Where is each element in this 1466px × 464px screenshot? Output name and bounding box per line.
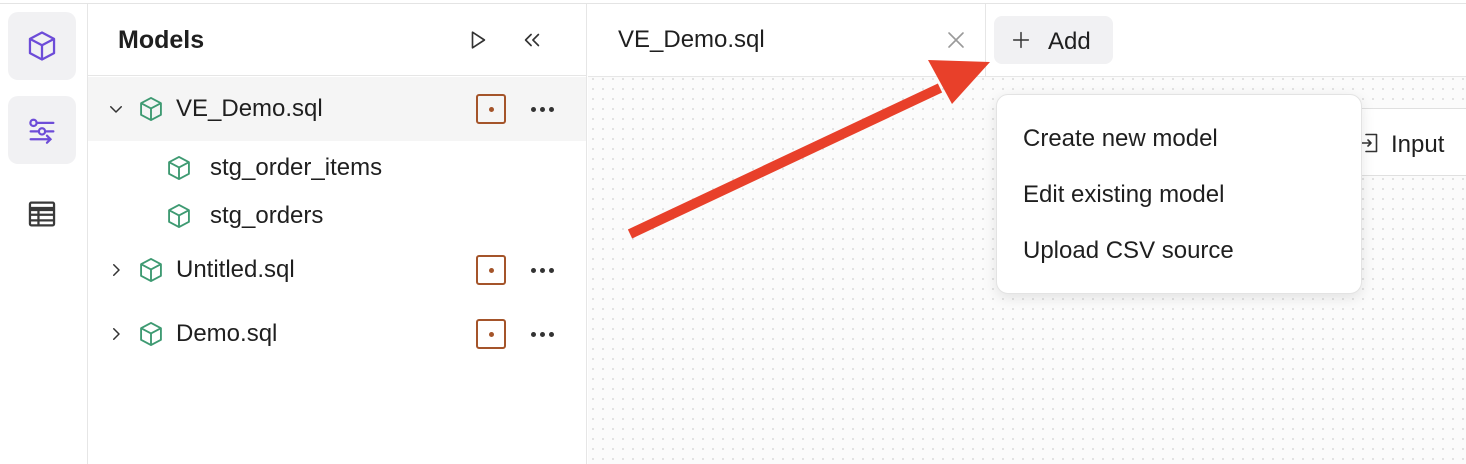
lineage-rail-button[interactable]: [8, 96, 76, 164]
more-options-icon[interactable]: [526, 319, 558, 349]
run-model-icon[interactable]: [476, 319, 506, 349]
models-rail-button[interactable]: [8, 12, 76, 80]
menu-item-create-new-model[interactable]: Create new model: [1023, 125, 1218, 153]
chevron-down-icon[interactable]: [104, 97, 128, 121]
add-button-label: Add: [1048, 28, 1091, 55]
child-model-row-stg-order-items[interactable]: stg_order_items: [88, 144, 586, 192]
chevron-right-icon[interactable]: [104, 258, 128, 282]
run-model-icon[interactable]: [476, 94, 506, 124]
more-options-icon[interactable]: [526, 255, 558, 285]
model-row-untitled[interactable]: Untitled.sql: [88, 238, 586, 302]
child-model-label: stg_order_items: [210, 154, 383, 181]
model-label: Demo.sql: [176, 320, 278, 347]
plus-icon: [1012, 31, 1030, 49]
models-panel-header: Models: [88, 4, 586, 76]
run-model-icon[interactable]: [476, 255, 506, 285]
model-row-ve-demo[interactable]: VE_Demo.sql: [88, 77, 586, 141]
chevron-right-icon[interactable]: [104, 322, 128, 346]
child-model-label: stg_orders: [210, 202, 324, 229]
input-node[interactable]: Input: [1346, 108, 1466, 176]
run-button[interactable]: [462, 24, 494, 56]
model-label: Untitled.sql: [176, 256, 295, 283]
models-panel: Models VE_Demo.sql stg_order_items stg_o…: [88, 4, 587, 464]
input-node-label: Input: [1391, 131, 1445, 158]
model-row-demo[interactable]: Demo.sql: [88, 302, 586, 366]
double-chevron-left-icon: [524, 33, 540, 47]
tab-bar: VE_Demo.sql Add: [588, 4, 1466, 77]
left-rail: [0, 4, 88, 464]
close-icon[interactable]: [944, 28, 968, 52]
model-cube-icon: [164, 201, 194, 231]
child-model-row-stg-orders[interactable]: stg_orders: [88, 192, 586, 240]
model-cube-icon: [164, 153, 194, 183]
model-cube-icon: [136, 255, 166, 285]
cube-icon: [28, 31, 56, 61]
model-label: VE_Demo.sql: [176, 95, 323, 122]
tab-label: VE_Demo.sql: [618, 26, 765, 53]
play-icon: [471, 31, 486, 49]
more-options-icon[interactable]: [526, 94, 558, 124]
tab-ve-demo[interactable]: VE_Demo.sql: [588, 4, 986, 76]
panel-title: Models: [118, 26, 205, 54]
flow-icon: [29, 118, 55, 144]
add-dropdown-menu: Create new model Edit existing model Upl…: [996, 94, 1362, 294]
table-icon: [28, 201, 56, 227]
menu-item-upload-csv-source[interactable]: Upload CSV source: [1023, 237, 1234, 265]
menu-item-edit-existing-model[interactable]: Edit existing model: [1023, 181, 1224, 209]
model-cube-icon: [136, 319, 166, 349]
collapse-panel-button[interactable]: [516, 24, 548, 56]
model-cube-icon: [136, 94, 166, 124]
tables-rail-button[interactable]: [8, 180, 76, 248]
add-button[interactable]: Add: [994, 16, 1113, 64]
